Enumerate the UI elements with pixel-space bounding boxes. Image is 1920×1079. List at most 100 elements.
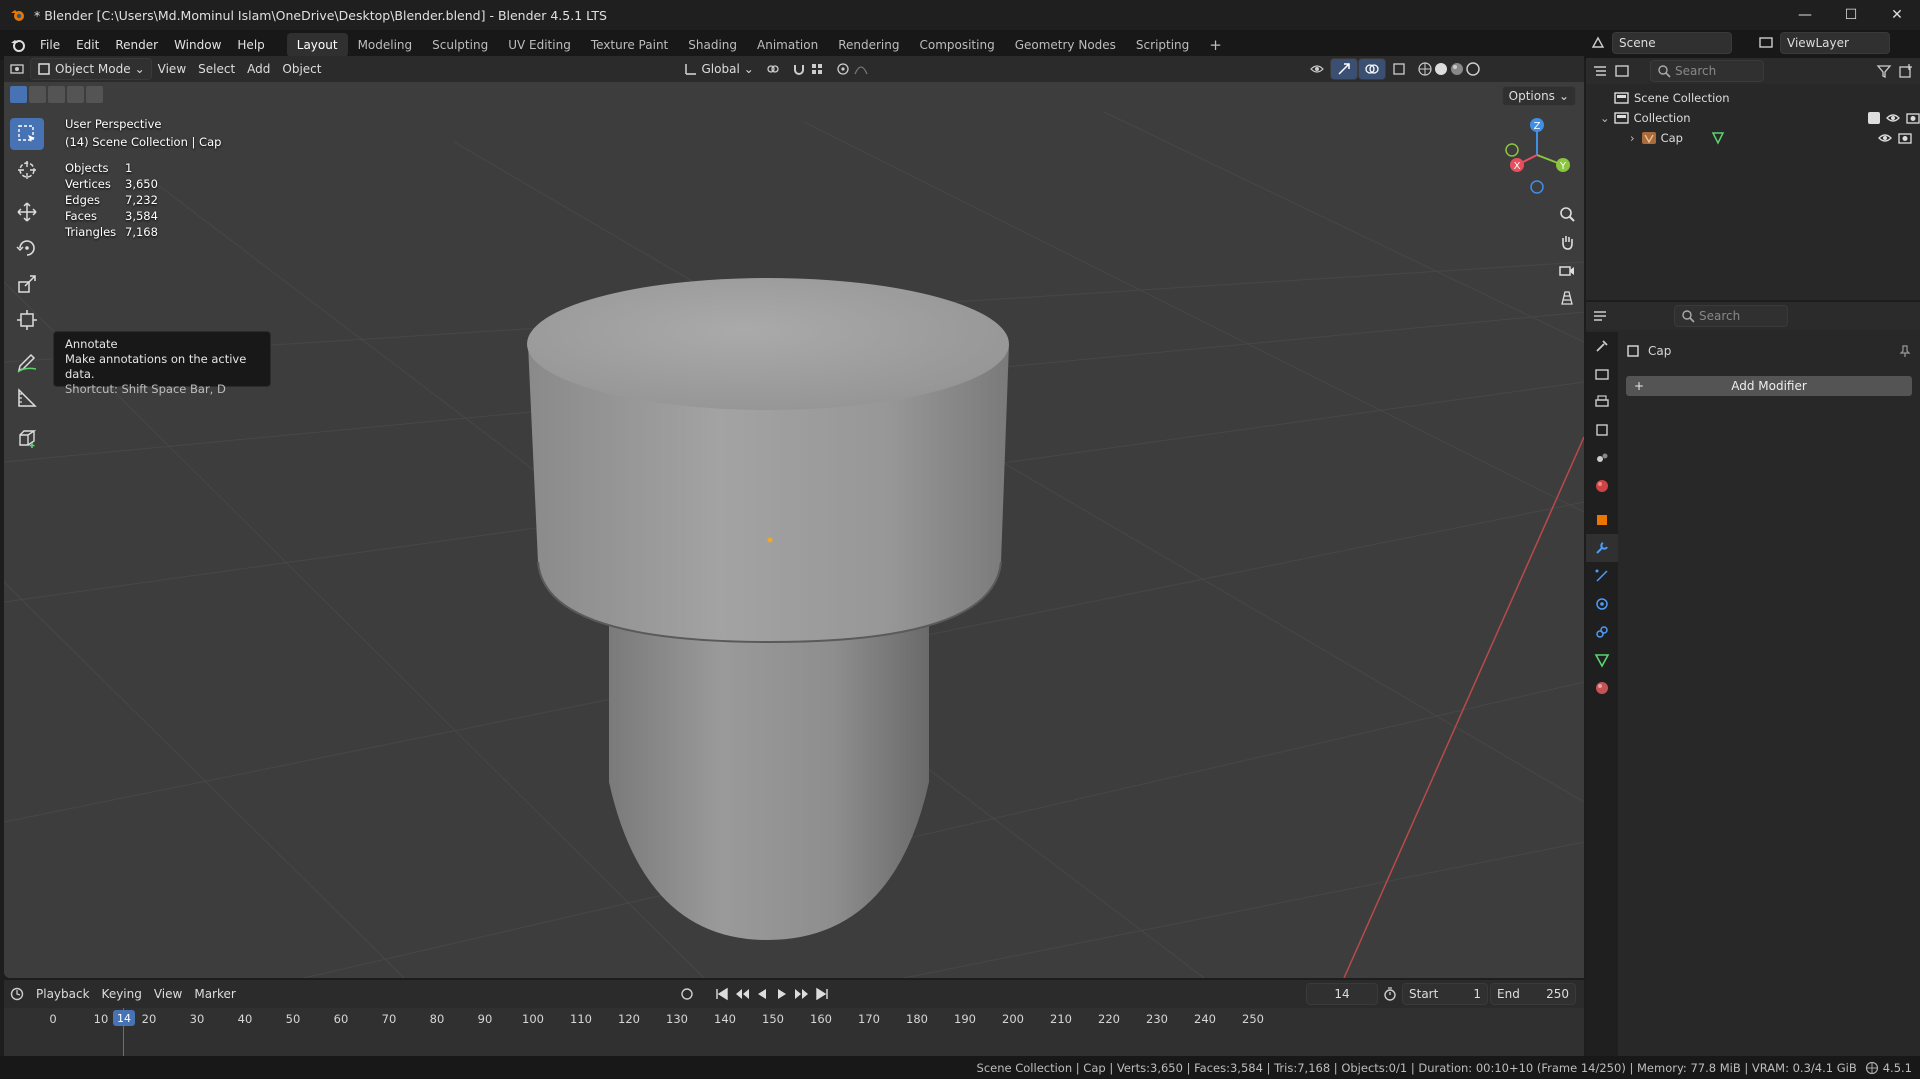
start-frame-field[interactable]: Start 1: [1402, 983, 1488, 1005]
rendered-shading-icon[interactable]: [1466, 62, 1480, 76]
editor-type-button[interactable]: [4, 58, 30, 80]
menu-view[interactable]: View: [152, 58, 192, 80]
menu-playback[interactable]: Playback: [30, 983, 96, 1005]
add-cube-tool[interactable]: [10, 422, 44, 454]
jump-start-icon[interactable]: [714, 987, 730, 1001]
maximize-button[interactable]: ☐: [1828, 0, 1874, 30]
pivot-button[interactable]: [760, 58, 786, 80]
gizmo-toggle[interactable]: [1329, 58, 1358, 80]
pan-hand-icon[interactable]: [1553, 228, 1581, 256]
tab-shading[interactable]: Shading: [678, 33, 747, 57]
options-button[interactable]: Options ⌄: [1501, 86, 1576, 106]
chevron-right-icon[interactable]: ›: [1630, 131, 1635, 145]
auto-key-toggle[interactable]: [674, 983, 700, 1005]
eye-icon[interactable]: [1878, 132, 1892, 144]
select-invert-button[interactable]: [67, 86, 84, 103]
transform-orientation-selector[interactable]: Global ⌄: [678, 58, 760, 80]
camera-render-icon[interactable]: [1898, 132, 1912, 144]
prev-keyframe-icon[interactable]: [734, 987, 750, 1001]
stopwatch-icon[interactable]: [1382, 986, 1398, 1002]
xray-toggle[interactable]: [1386, 58, 1412, 80]
outliner-search-field[interactable]: Search: [1650, 60, 1764, 82]
wireframe-shading-icon[interactable]: [1418, 62, 1432, 76]
outliner-editor-icon[interactable]: [1592, 63, 1608, 79]
menu-marker[interactable]: Marker: [188, 983, 241, 1005]
tab-modifiers[interactable]: [1586, 534, 1618, 562]
current-frame-field[interactable]: 14: [1306, 983, 1378, 1005]
end-frame-field[interactable]: End 250: [1490, 983, 1576, 1005]
blender-menu-icon[interactable]: [10, 37, 26, 53]
zoom-icon[interactable]: [1553, 200, 1581, 228]
filter-icon[interactable]: [1876, 63, 1892, 79]
timeline-ruler[interactable]: 0 10 20 30 40 50 60 70 80 90 100 110 120 130 140 150 160…: [4, 1008, 1584, 1056]
tree-object-cap[interactable]: › Cap: [1614, 128, 1912, 148]
add-workspace-button[interactable]: +: [1199, 33, 1232, 57]
tab-physics[interactable]: [1586, 590, 1618, 618]
view-layer-selector[interactable]: ViewLayer: [1780, 32, 1890, 54]
checkbox-icon[interactable]: [1868, 112, 1880, 124]
transform-tool[interactable]: [10, 304, 44, 336]
tab-modeling[interactable]: Modeling: [348, 33, 423, 57]
tab-uv-editing[interactable]: UV Editing: [498, 33, 581, 57]
close-button[interactable]: ✕: [1874, 0, 1920, 30]
tab-texture-paint[interactable]: Texture Paint: [581, 33, 678, 57]
tab-geometry-nodes[interactable]: Geometry Nodes: [1005, 33, 1126, 57]
display-mode-icon[interactable]: [1614, 63, 1630, 79]
navigation-gizmo[interactable]: Z Y X: [1497, 115, 1577, 195]
tab-rendering[interactable]: Rendering: [828, 33, 909, 57]
select-extend-button[interactable]: [29, 86, 46, 103]
eye-icon[interactable]: [1886, 112, 1900, 124]
properties-editor-icon[interactable]: [1592, 308, 1608, 324]
cursor-tool[interactable]: [10, 154, 44, 186]
play-icon[interactable]: [774, 987, 790, 1001]
tab-world[interactable]: [1586, 472, 1618, 500]
tab-particles[interactable]: [1586, 562, 1618, 590]
properties-search-field[interactable]: Search: [1674, 305, 1788, 327]
tab-tool[interactable]: [1586, 332, 1618, 360]
tab-data[interactable]: [1586, 646, 1618, 674]
chevron-down-icon[interactable]: ⌄: [1600, 111, 1610, 125]
proportional-edit-toggle[interactable]: [830, 58, 874, 80]
minimize-button[interactable]: —: [1782, 0, 1828, 30]
jump-end-icon[interactable]: [814, 987, 830, 1001]
playhead[interactable]: 14: [113, 1010, 135, 1026]
menu-object[interactable]: Object: [276, 58, 327, 80]
select-new-button[interactable]: [10, 86, 27, 103]
menu-select[interactable]: Select: [192, 58, 241, 80]
tab-material[interactable]: [1586, 674, 1618, 702]
solid-shading-icon[interactable]: [1434, 62, 1448, 76]
select-intersect-button[interactable]: [86, 86, 103, 103]
tree-scene-collection[interactable]: Scene Collection: [1614, 88, 1920, 108]
select-subtract-button[interactable]: [48, 86, 65, 103]
snap-toggle[interactable]: [786, 58, 830, 80]
rotate-tool[interactable]: [10, 232, 44, 264]
menu-keying[interactable]: Keying: [96, 983, 148, 1005]
visibility-button[interactable]: [1304, 58, 1330, 80]
play-reverse-icon[interactable]: [754, 987, 770, 1001]
tab-object[interactable]: [1586, 506, 1618, 534]
material-shading-icon[interactable]: [1450, 62, 1464, 76]
next-keyframe-icon[interactable]: [794, 987, 810, 1001]
add-modifier-button[interactable]: + Add Modifier: [1626, 376, 1912, 396]
camera-view-icon[interactable]: [1553, 256, 1581, 284]
measure-tool[interactable]: [10, 382, 44, 414]
tree-collection[interactable]: ⌄ Collection: [1600, 108, 1920, 128]
tab-compositing[interactable]: Compositing: [909, 33, 1004, 57]
move-tool[interactable]: [10, 196, 44, 228]
overlays-toggle[interactable]: [1357, 58, 1386, 80]
menu-timeline-view[interactable]: View: [148, 983, 188, 1005]
3d-viewport[interactable]: User Perspective (14) Scene Collection |…: [4, 82, 1584, 978]
shading-mode-group[interactable]: [1412, 58, 1486, 80]
tab-view-layer[interactable]: [1586, 416, 1618, 444]
scene-selector[interactable]: Scene: [1612, 32, 1732, 54]
menu-add[interactable]: Add: [241, 58, 276, 80]
tab-output[interactable]: [1586, 388, 1618, 416]
tab-render[interactable]: [1586, 360, 1618, 388]
pin-icon[interactable]: [1898, 344, 1912, 358]
tab-layout[interactable]: Layout: [286, 33, 348, 57]
tab-scene[interactable]: [1586, 444, 1618, 472]
select-box-tool[interactable]: [10, 118, 44, 150]
mode-selector[interactable]: Object Mode ⌄: [30, 58, 152, 80]
annotate-tool[interactable]: [10, 346, 44, 378]
new-collection-icon[interactable]: [1898, 63, 1914, 79]
